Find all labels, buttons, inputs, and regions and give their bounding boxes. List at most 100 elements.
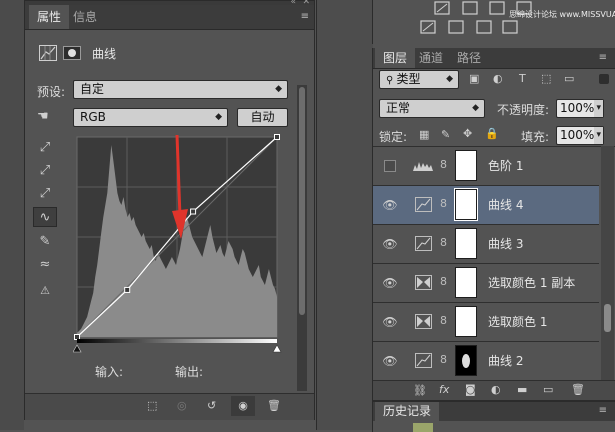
fill-value: 100% — [560, 128, 595, 142]
layer-row-selected[interactable]: 👁 8 曲线 4 — [373, 186, 599, 225]
eyedropper-black-icon[interactable]: ⤢ — [33, 138, 57, 158]
layer-mask-thumbnail[interactable] — [454, 188, 478, 221]
tab-layers[interactable]: 图层 — [375, 48, 416, 68]
white-point-slider — [272, 344, 282, 353]
layer-name[interactable]: 曲线 2 — [488, 342, 523, 381]
filter-toggle[interactable] — [599, 74, 609, 84]
layer-row[interactable]: 👁 8 选取颜色 1 — [373, 303, 599, 342]
channel-dropdown[interactable]: RGB ◆ — [73, 108, 228, 127]
add-mask-icon[interactable]: ◙ — [465, 383, 476, 396]
adjustments-panel-strip: 思绵设计论坛 www.MISSVUAN.com — [372, 0, 615, 44]
input-gradient-bar — [77, 339, 277, 343]
history-menu-icon[interactable]: ≡ — [599, 405, 607, 416]
properties-scrollbar[interactable] — [297, 85, 307, 391]
scrollbar-thumb[interactable] — [299, 87, 305, 315]
layers-tabs: 图层 通道 路径 ≡ — [373, 48, 615, 69]
curve-edit-icon[interactable]: ∿ — [33, 207, 57, 227]
layer-filter-dropdown[interactable]: ⚲ 类型 ◆ — [379, 70, 459, 89]
filter-adjustment-icon[interactable]: ◐ — [493, 72, 503, 85]
eyedropper-white-icon[interactable]: ⤢ — [33, 184, 57, 204]
layer-name[interactable]: 曲线 4 — [488, 186, 523, 225]
reset-icon[interactable]: ↺ — [207, 399, 216, 412]
filter-pixel-icon[interactable]: ▣ — [469, 72, 479, 85]
left-dock-gap — [0, 0, 24, 430]
selective-color-icon — [415, 314, 432, 329]
selective-color-icon — [415, 275, 432, 290]
eye-icon[interactable]: 👁 — [382, 353, 398, 369]
layer-row[interactable]: 8 色阶 1 — [373, 147, 599, 186]
layer-name[interactable]: 选取颜色 1 副本 — [488, 264, 575, 303]
layer-mask-thumbnail[interactable] — [455, 150, 477, 181]
curve-control-point[interactable] — [74, 334, 80, 340]
input-label: 输入: — [95, 365, 124, 379]
layer-mask-thumbnail[interactable] — [455, 267, 477, 298]
eye-icon[interactable]: 👁 — [382, 275, 398, 291]
panel-menu-icon[interactable]: ≡ — [301, 11, 309, 22]
layer-mask-thumbnail[interactable] — [455, 306, 477, 337]
opacity-value: 100% — [560, 101, 595, 115]
eyedropper-gray-icon[interactable]: ⤢ — [33, 161, 57, 181]
chevron-updown-icon: ◆ — [215, 112, 222, 122]
group-icon[interactable]: ▬ — [517, 383, 527, 396]
properties-panel: « ✕ 属性 信息 ≡ 曲线 预设: 自定 ◆ ☚ RGB ◆ 自动 ⤢ ⤢ ⤢… — [24, 0, 315, 420]
layers-scrollbar[interactable] — [601, 146, 614, 380]
layer-mask-thumbnail[interactable] — [455, 228, 477, 259]
tab-paths[interactable]: 路径 — [449, 48, 489, 68]
layer-row[interactable]: 👁 8 选取颜色 1 副本 — [373, 264, 599, 303]
adjustment-icon[interactable]: ◐ — [491, 383, 501, 396]
lock-image-icon[interactable]: ✎ — [441, 128, 450, 141]
auto-button[interactable]: 自动 — [237, 108, 288, 127]
eye-icon[interactable]: 👁 — [382, 236, 398, 252]
filter-kind: 类型 — [396, 72, 421, 86]
lock-transparent-icon[interactable]: ▦ — [419, 128, 429, 141]
fx-icon[interactable]: fx — [439, 383, 449, 396]
pencil-icon[interactable]: ✎ — [33, 232, 57, 252]
smooth-icon[interactable]: ≈ — [33, 255, 57, 275]
adjustment-icons[interactable] — [373, 0, 615, 44]
tab-properties[interactable]: 属性 — [29, 5, 70, 29]
watermark-text: 思绵设计论坛 www.MISSVUAN.com — [509, 10, 615, 19]
clipping-warning-icon[interactable]: ⚠ — [33, 281, 57, 301]
chevron-down-icon: ▾ — [594, 100, 603, 117]
tab-channels[interactable]: 通道 — [411, 48, 451, 68]
tab-history[interactable]: 历史记录 — [375, 402, 440, 421]
clip-to-layer-icon[interactable]: ⬚ — [147, 399, 157, 412]
trash-icon[interactable]: 🗑 — [267, 399, 281, 412]
lock-position-icon[interactable]: ✥ — [463, 127, 472, 140]
eye-icon[interactable]: 👁 — [382, 197, 398, 213]
layer-name[interactable]: 曲线 3 — [488, 225, 523, 264]
history-snapshot-thumbnail[interactable] — [413, 423, 433, 432]
targeted-adjust-hand-icon[interactable]: ☚ — [37, 109, 57, 125]
layer-mask-thumbnail[interactable] — [455, 345, 477, 376]
layer-row[interactable]: 👁 8 曲线 3 — [373, 225, 599, 264]
preset-dropdown[interactable]: 自定 ◆ — [73, 80, 288, 99]
eye-icon[interactable]: 👁 — [382, 314, 398, 330]
new-layer-icon[interactable]: ▭ — [543, 383, 553, 396]
visibility-eye-icon[interactable]: ◉ — [231, 396, 255, 416]
fill-field[interactable]: 100% ▾ — [556, 126, 604, 145]
filter-shape-icon[interactable]: ⬚ — [541, 72, 551, 85]
filter-smart-icon[interactable]: ▭ — [564, 72, 574, 85]
chevron-updown-icon: ◆ — [446, 74, 453, 84]
curve-control-point[interactable] — [124, 286, 131, 293]
opacity-field[interactable]: 100% ▾ — [556, 99, 604, 118]
mask-icon[interactable] — [63, 46, 81, 60]
opacity-label: 不透明度: — [497, 103, 550, 117]
tab-info[interactable]: 信息 — [65, 5, 105, 29]
scrollbar-thumb[interactable] — [604, 304, 611, 332]
view-previous-icon[interactable]: ◎ — [177, 399, 187, 412]
link-icon: 8 — [440, 353, 447, 366]
blend-mode-dropdown[interactable]: 正常 ◆ — [379, 99, 485, 118]
layer-row[interactable]: 👁 8 曲线 2 — [373, 342, 599, 381]
filter-type-icon[interactable]: T — [519, 72, 526, 85]
layer-name[interactable]: 色阶 1 — [488, 147, 523, 186]
trash-icon[interactable]: 🗑 — [571, 383, 585, 396]
layers-menu-icon[interactable]: ≡ — [599, 52, 607, 63]
layer-name[interactable]: 选取颜色 1 — [488, 303, 547, 342]
lock-all-icon[interactable]: 🔒 — [485, 127, 499, 140]
curve-control-point[interactable] — [274, 134, 280, 140]
visibility-toggle-off[interactable] — [384, 160, 396, 172]
curves-icon — [415, 197, 432, 212]
link-icon[interactable]: ⛓ — [413, 384, 427, 397]
layers-list: 8 色阶 1 👁 8 曲线 4 👁 8 曲线 3 👁 8 选取颜色 1 副本 👁 — [373, 146, 615, 381]
